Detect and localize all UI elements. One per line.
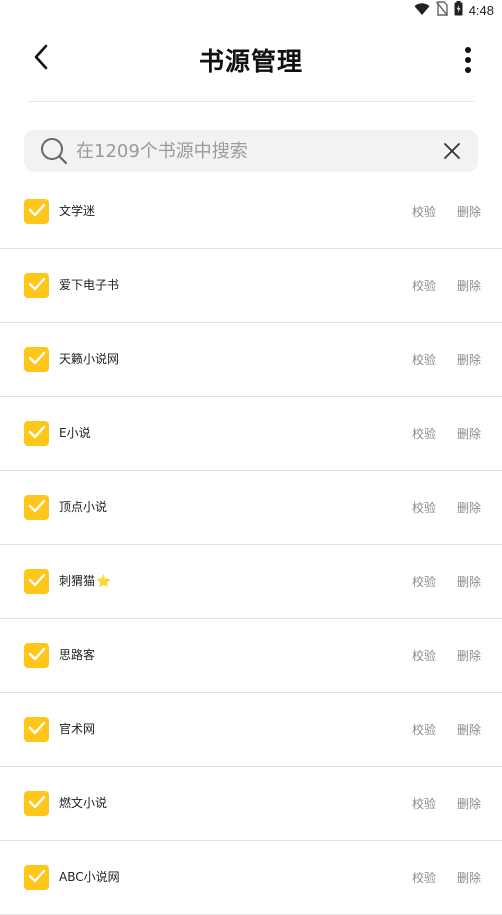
source-checkbox[interactable]	[24, 199, 49, 224]
source-checkbox[interactable]	[24, 643, 49, 668]
more-options-button[interactable]	[460, 42, 476, 78]
source-name-wrap: E小说	[59, 424, 91, 441]
verify-button[interactable]: 校验	[412, 795, 436, 812]
checkmark-icon	[28, 276, 46, 295]
source-name-wrap: 顶点小说	[59, 498, 107, 515]
delete-button[interactable]: 删除	[457, 869, 481, 886]
list-item: 爱下电子书 校验 删除	[0, 249, 502, 323]
source-checkbox[interactable]	[24, 791, 49, 816]
battery-icon	[454, 0, 463, 20]
more-vertical-icon	[465, 47, 471, 53]
verify-button[interactable]: 校验	[412, 573, 436, 590]
verify-button[interactable]: 校验	[412, 647, 436, 664]
checkmark-icon	[28, 572, 46, 591]
delete-button[interactable]: 删除	[457, 573, 481, 590]
delete-button[interactable]: 删除	[457, 647, 481, 664]
delete-button[interactable]: 删除	[457, 499, 481, 516]
source-checkbox[interactable]	[24, 569, 49, 594]
source-checkbox[interactable]	[24, 421, 49, 446]
source-name: 燃文小说	[59, 796, 108, 810]
search-bar	[24, 130, 478, 172]
status-time: 4:48	[468, 2, 494, 18]
delete-button[interactable]: 删除	[457, 277, 481, 294]
delete-button[interactable]: 删除	[457, 203, 481, 220]
list-item: E小说 校验 删除	[0, 397, 502, 471]
verify-button[interactable]: 校验	[412, 499, 436, 516]
source-checkbox[interactable]	[24, 347, 49, 372]
delete-button[interactable]: 删除	[457, 351, 481, 368]
checkmark-icon	[28, 794, 46, 813]
source-name-wrap: 燃文小说	[59, 794, 107, 811]
app-header: 书源管理	[0, 20, 502, 102]
source-name: 官术网	[59, 722, 96, 736]
source-name: ABC小说网	[59, 870, 120, 884]
status-bar: 4:48	[0, 0, 502, 20]
source-name: 天籁小说网	[59, 352, 120, 366]
source-name: 文学迷	[59, 204, 96, 218]
checkmark-icon	[28, 202, 46, 221]
source-name-wrap: ABC小说网	[59, 868, 120, 885]
star-icon: ⭐	[96, 573, 111, 588]
source-name-wrap: 文学迷	[59, 202, 95, 219]
header-divider	[28, 101, 474, 102]
checkmark-icon	[28, 498, 46, 517]
list-item: 文学迷 校验 删除	[0, 175, 502, 249]
source-name-wrap: 思路客	[59, 646, 95, 663]
list-item: 官术网 校验 删除	[0, 693, 502, 767]
source-checkbox[interactable]	[24, 717, 49, 742]
checkmark-icon	[28, 350, 46, 369]
checkmark-icon	[28, 720, 46, 739]
more-dot	[465, 67, 471, 73]
more-dot	[465, 57, 471, 63]
close-icon[interactable]	[438, 137, 466, 165]
list-item: 顶点小说 校验 删除	[0, 471, 502, 545]
search-icon	[40, 137, 68, 165]
source-checkbox[interactable]	[24, 865, 49, 890]
list-item: 刺猬猫 ⭐ 校验 删除	[0, 545, 502, 619]
checkmark-icon	[28, 646, 46, 665]
book-source-list: 文学迷 校验 删除 爱下电子书 校验 删除 天籁小说网 校验 删除 E小说 校验…	[0, 175, 502, 915]
status-icons: 4:48	[414, 0, 494, 20]
checkmark-icon	[28, 424, 46, 443]
delete-button[interactable]: 删除	[457, 721, 481, 738]
source-name-wrap: 天籁小说网	[59, 350, 119, 367]
verify-button[interactable]: 校验	[412, 869, 436, 886]
page-title: 书源管理	[198, 47, 303, 76]
verify-button[interactable]: 校验	[412, 277, 436, 294]
checkmark-icon	[28, 868, 46, 887]
list-item: 天籁小说网 校验 删除	[0, 323, 502, 397]
wifi-icon	[414, 1, 430, 20]
source-name-wrap: 爱下电子书	[59, 276, 119, 293]
source-name-wrap: 刺猬猫 ⭐	[59, 572, 111, 589]
verify-button[interactable]: 校验	[412, 203, 436, 220]
list-item: 思路客 校验 删除	[0, 619, 502, 693]
source-checkbox[interactable]	[24, 273, 49, 298]
list-item: ABC小说网 校验 删除	[0, 841, 502, 915]
search-input[interactable]	[68, 140, 438, 162]
source-name: 爱下电子书	[59, 278, 120, 292]
delete-button[interactable]: 删除	[457, 425, 481, 442]
source-name: 顶点小说	[59, 500, 108, 514]
delete-button[interactable]: 删除	[457, 795, 481, 812]
source-name: 思路客	[59, 648, 96, 662]
source-name: E小说	[59, 426, 91, 440]
no-sim-icon	[435, 0, 448, 20]
verify-button[interactable]: 校验	[412, 425, 436, 442]
source-name: 刺猬猫	[59, 574, 96, 588]
source-name-wrap: 官术网	[59, 720, 95, 737]
source-checkbox[interactable]	[24, 495, 49, 520]
list-item: 燃文小说 校验 删除	[0, 767, 502, 841]
verify-button[interactable]: 校验	[412, 721, 436, 738]
verify-button[interactable]: 校验	[412, 351, 436, 368]
